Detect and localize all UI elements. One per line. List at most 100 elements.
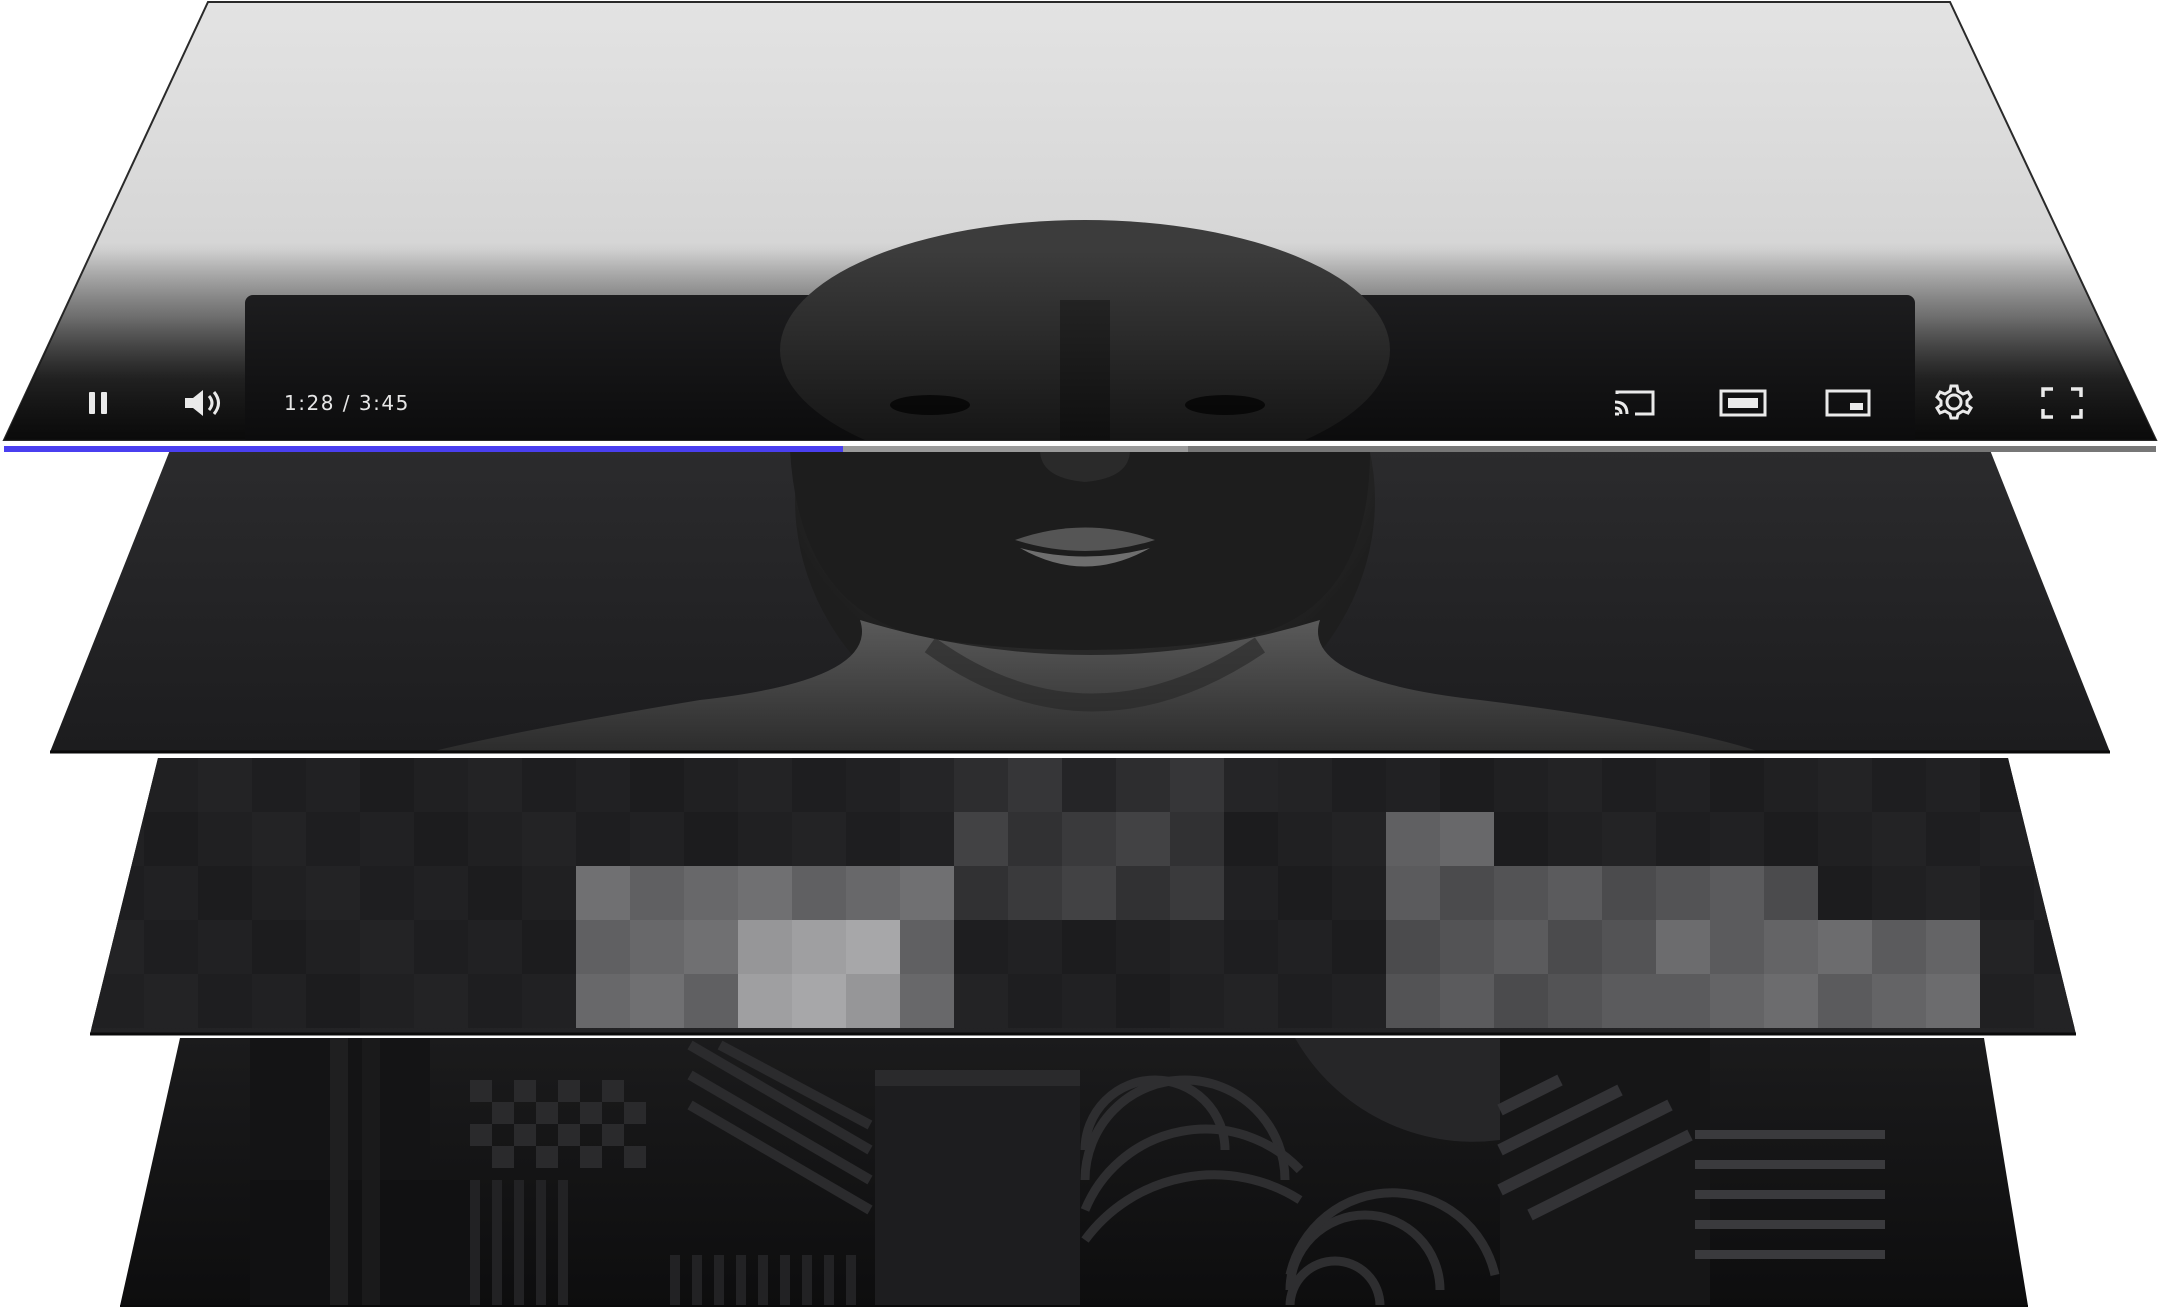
mosaic-tile: [1440, 920, 1494, 974]
mosaic-tile: [1386, 974, 1440, 1028]
theater-mode-button[interactable]: [1716, 384, 1770, 422]
mosaic-tile: [1170, 812, 1224, 866]
mosaic-tile: [792, 920, 846, 974]
mosaic-tile: [1494, 974, 1548, 1028]
mosaic-tile: [738, 758, 792, 812]
mosaic-tile: [2034, 812, 2076, 866]
mosaic-tile: [1980, 920, 2034, 974]
mosaic-tile: [1008, 758, 1062, 812]
progress-fill: [4, 446, 843, 452]
mosaic-tile: [900, 920, 954, 974]
mosaic-tile: [306, 974, 360, 1028]
mosaic-tile: [1386, 920, 1440, 974]
mosaic-tile: [1602, 974, 1656, 1028]
mosaic-tile: [630, 920, 684, 974]
geometric-base-layer: [120, 1038, 2028, 1307]
mosaic-tile: [576, 920, 630, 974]
mosaic-tile: [198, 812, 252, 866]
mosaic-tile: [630, 974, 684, 1028]
mosaic-tile: [1818, 812, 1872, 866]
mosaic-tile: [522, 974, 576, 1028]
mosaic-tile: [144, 974, 198, 1028]
mosaic-tile: [1980, 866, 2034, 920]
mosaic-tile: [1710, 974, 1764, 1028]
mosaic-tile: [1872, 920, 1926, 974]
cast-button[interactable]: [1608, 384, 1660, 422]
mosaic-tile: [90, 866, 144, 920]
mosaic-tile: [198, 866, 252, 920]
mosaic-tile: [306, 812, 360, 866]
mosaic-tile: [1386, 758, 1440, 812]
mosaic-tile: [630, 812, 684, 866]
mosaic-tile: [684, 866, 738, 920]
mosaic-tile: [1494, 866, 1548, 920]
mosaic-tile: [900, 758, 954, 812]
fullscreen-button[interactable]: [2036, 382, 2088, 424]
mosaic-tile: [954, 866, 1008, 920]
mosaic-tile: [1494, 920, 1548, 974]
mosaic-tile: [576, 758, 630, 812]
mosaic-tile: [1062, 758, 1116, 812]
mosaic-tile: [1170, 866, 1224, 920]
mosaic-tile: [1602, 920, 1656, 974]
mosaic-tile: [1818, 866, 1872, 920]
mosaic-tile: [900, 974, 954, 1028]
mosaic-tile: [1440, 866, 1494, 920]
mosaic-tile: [1980, 812, 2034, 866]
pause-button[interactable]: [76, 386, 120, 420]
mosaic-tile: [2034, 758, 2076, 812]
mosaic-tile: [792, 812, 846, 866]
mosaic-tile: [576, 866, 630, 920]
mosaic-tile: [522, 812, 576, 866]
mosaic-tile: [1332, 866, 1386, 920]
mosaic-tile: [900, 866, 954, 920]
mosaic-tile: [468, 812, 522, 866]
mosaic-tile: [1980, 974, 2034, 1028]
mosaic-tile: [1548, 758, 1602, 812]
mosaic-tile: [1278, 920, 1332, 974]
mosaic-tile: [1008, 866, 1062, 920]
mosaic-tile: [738, 974, 792, 1028]
mosaic-tile: [630, 866, 684, 920]
mosaic-tile: [1278, 866, 1332, 920]
mosaic-tile: [792, 866, 846, 920]
mosaic-tile: [846, 920, 900, 974]
miniplayer-button[interactable]: [1822, 384, 1874, 422]
mosaic-tile: [1440, 974, 1494, 1028]
mosaic-tile: [1440, 812, 1494, 866]
settings-button[interactable]: [1930, 380, 1978, 424]
mosaic-tile: [1656, 866, 1710, 920]
mosaic-tile: [738, 920, 792, 974]
mosaic-tile: [1224, 758, 1278, 812]
mosaic-tile: [414, 812, 468, 866]
volume-button[interactable]: [178, 384, 230, 422]
mosaic-tile: [1548, 974, 1602, 1028]
mosaic-tile: [1116, 920, 1170, 974]
mosaic-tile: [360, 758, 414, 812]
mosaic-tile: [1062, 920, 1116, 974]
mosaic-tile: [846, 866, 900, 920]
layer-stack-illustration: [2, 1, 2158, 1307]
mosaic-tile: [1710, 920, 1764, 974]
mosaic-tile: [1656, 920, 1710, 974]
mosaic-tile: [1170, 758, 1224, 812]
mosaic-tile: [414, 758, 468, 812]
mosaic-tile: [1224, 812, 1278, 866]
mosaic-tile: [1656, 974, 1710, 1028]
mosaic-tile: [468, 920, 522, 974]
mosaic-tile: [2034, 974, 2076, 1028]
mosaic-tile: [1602, 866, 1656, 920]
mosaic-tile: [1872, 812, 1926, 866]
mosaic-tile: [2034, 920, 2076, 974]
mosaic-tile: [1926, 920, 1980, 974]
mosaic-tile: [1062, 812, 1116, 866]
mosaic-tile: [360, 812, 414, 866]
mosaic-tile: [1116, 758, 1170, 812]
mosaic-tile: [900, 812, 954, 866]
mosaic-tile: [1224, 920, 1278, 974]
mosaic-tile: [1440, 758, 1494, 812]
mosaic-tile: [1386, 812, 1440, 866]
mosaic-tile: [1278, 758, 1332, 812]
mosaic-tile: [252, 758, 306, 812]
mosaic-tile: [468, 974, 522, 1028]
